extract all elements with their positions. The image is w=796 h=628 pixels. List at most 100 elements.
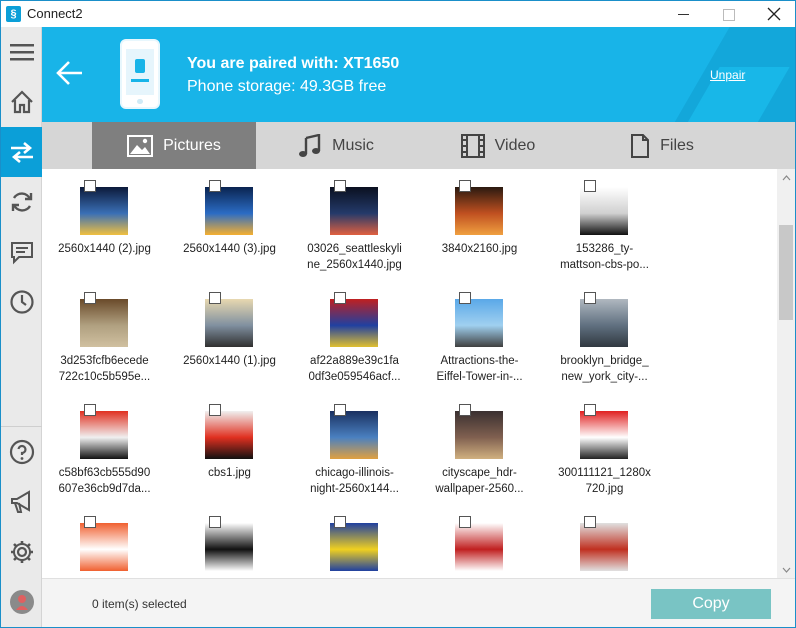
maximize-button[interactable] <box>705 1 751 27</box>
select-checkbox[interactable] <box>459 404 471 416</box>
select-checkbox[interactable] <box>584 292 596 304</box>
messages-button[interactable] <box>1 227 42 277</box>
picture-thumbnail[interactable] <box>455 523 503 571</box>
back-button[interactable] <box>56 60 84 91</box>
picture-thumbnail[interactable] <box>580 299 628 347</box>
picture-thumbnail[interactable] <box>455 411 503 459</box>
picture-thumbnail[interactable] <box>455 299 503 347</box>
vertical-scrollbar[interactable] <box>777 169 795 578</box>
picture-item[interactable]: 2560x1440 (2).jpg <box>42 175 167 287</box>
picture-item[interactable]: c58bf63cb555d90 607e36cb9d7da... <box>42 399 167 511</box>
menu-button[interactable] <box>1 27 42 77</box>
select-checkbox[interactable] <box>334 516 346 528</box>
home-button[interactable] <box>1 77 42 127</box>
picture-thumbnail[interactable] <box>205 411 253 459</box>
picture-item[interactable]: 3840x2160.jpg <box>417 175 542 287</box>
picture-thumbnail[interactable] <box>80 187 128 235</box>
picture-thumbnail[interactable] <box>330 299 378 347</box>
filename-line: 3840x2160.jpg <box>441 243 518 255</box>
picture-filename: brooklyn_bridge_ new_york_city-... <box>542 353 667 385</box>
picture-item[interactable]: 300111121_1280x 720.jpg <box>542 399 667 511</box>
picture-thumbnail[interactable] <box>80 523 128 571</box>
picture-item[interactable] <box>42 511 167 578</box>
back-arrow-icon <box>56 61 82 85</box>
select-checkbox[interactable] <box>584 404 596 416</box>
select-checkbox[interactable] <box>584 180 596 192</box>
picture-thumbnail[interactable] <box>580 523 628 571</box>
history-button[interactable] <box>1 277 42 327</box>
picture-item[interactable] <box>542 511 667 578</box>
filename-line: new_york_city-... <box>561 371 648 383</box>
select-checkbox[interactable] <box>459 516 471 528</box>
picture-icon <box>127 134 154 157</box>
scroll-down-button[interactable] <box>777 561 795 578</box>
select-checkbox[interactable] <box>209 516 221 528</box>
phone-icon <box>120 39 160 109</box>
select-checkbox[interactable] <box>84 516 96 528</box>
announce-button[interactable] <box>1 477 42 527</box>
picture-thumbnail[interactable] <box>80 411 128 459</box>
picture-thumbnail[interactable] <box>580 187 628 235</box>
picture-thumbnail[interactable] <box>330 523 378 571</box>
sync-icon <box>11 192 32 212</box>
filename-line: chicago-illinois- <box>315 467 394 479</box>
sync-button[interactable] <box>1 177 42 227</box>
transfer-button[interactable] <box>1 127 42 177</box>
picture-item[interactable] <box>167 511 292 578</box>
picture-thumbnail[interactable] <box>205 187 253 235</box>
tab-video[interactable]: Video <box>416 122 580 169</box>
picture-item[interactable]: 03026_seattleskyli ne_2560x1440.jpg <box>292 175 417 287</box>
tab-files[interactable]: Files <box>580 122 744 169</box>
scrollbar-thumb[interactable] <box>779 225 793 320</box>
picture-item[interactable]: chicago-illinois-night-2560x144... <box>292 399 417 511</box>
select-checkbox[interactable] <box>84 292 96 304</box>
select-checkbox[interactable] <box>84 404 96 416</box>
select-checkbox[interactable] <box>209 292 221 304</box>
filename-line: 03026_seattleskyli <box>307 243 402 255</box>
filename-line: Attractions-the- <box>440 355 519 367</box>
picture-item[interactable]: cbs1.jpg <box>167 399 292 511</box>
announce-icon <box>10 490 30 513</box>
select-checkbox[interactable] <box>459 292 471 304</box>
select-checkbox[interactable] <box>334 180 346 192</box>
copy-button[interactable]: Copy <box>651 589 771 619</box>
select-checkbox[interactable] <box>334 404 346 416</box>
selection-count: 0 item(s) selected <box>92 597 187 611</box>
picture-thumbnail[interactable] <box>455 187 503 235</box>
select-checkbox[interactable] <box>459 180 471 192</box>
picture-thumbnail[interactable] <box>580 411 628 459</box>
picture-item[interactable]: 2560x1440 (3).jpg <box>167 175 292 287</box>
picture-thumbnail[interactable] <box>205 299 253 347</box>
settings-button[interactable] <box>1 527 42 577</box>
picture-item[interactable]: 153286_ty-mattson-cbs-po... <box>542 175 667 287</box>
select-checkbox[interactable] <box>84 180 96 192</box>
picture-filename: 2560x1440 (3).jpg <box>167 241 292 257</box>
unpair-link[interactable]: Unpair <box>710 68 745 82</box>
picture-thumbnail[interactable] <box>80 299 128 347</box>
picture-filename: chicago-illinois-night-2560x144... <box>292 465 417 497</box>
picture-thumbnail[interactable] <box>330 187 378 235</box>
select-checkbox[interactable] <box>209 404 221 416</box>
picture-item[interactable] <box>292 511 417 578</box>
close-button[interactable] <box>751 1 795 27</box>
minimize-button[interactable] <box>661 1 707 27</box>
picture-item[interactable] <box>417 511 542 578</box>
picture-thumbnail[interactable] <box>330 411 378 459</box>
filename-line: 2560x1440 (3).jpg <box>183 243 276 255</box>
music-icon <box>299 133 321 157</box>
picture-item[interactable]: 3d253fcfb6ecede 722c10c5b595e... <box>42 287 167 399</box>
picture-item[interactable]: 2560x1440 (1).jpg <box>167 287 292 399</box>
select-checkbox[interactable] <box>209 180 221 192</box>
help-button[interactable] <box>1 427 42 477</box>
tab-music[interactable]: Music <box>256 122 416 169</box>
picture-item[interactable]: brooklyn_bridge_ new_york_city-... <box>542 287 667 399</box>
picture-item[interactable]: Attractions-the- Eiffel-Tower-in-... <box>417 287 542 399</box>
profile-button[interactable] <box>1 577 42 627</box>
picture-item[interactable]: af22a889e39c1fa 0df3e059546acf... <box>292 287 417 399</box>
tab-pictures[interactable]: Pictures <box>92 122 256 169</box>
picture-item[interactable]: cityscape_hdr-wallpaper-2560... <box>417 399 542 511</box>
scroll-up-button[interactable] <box>777 169 795 186</box>
picture-thumbnail[interactable] <box>205 523 253 571</box>
select-checkbox[interactable] <box>584 516 596 528</box>
select-checkbox[interactable] <box>334 292 346 304</box>
